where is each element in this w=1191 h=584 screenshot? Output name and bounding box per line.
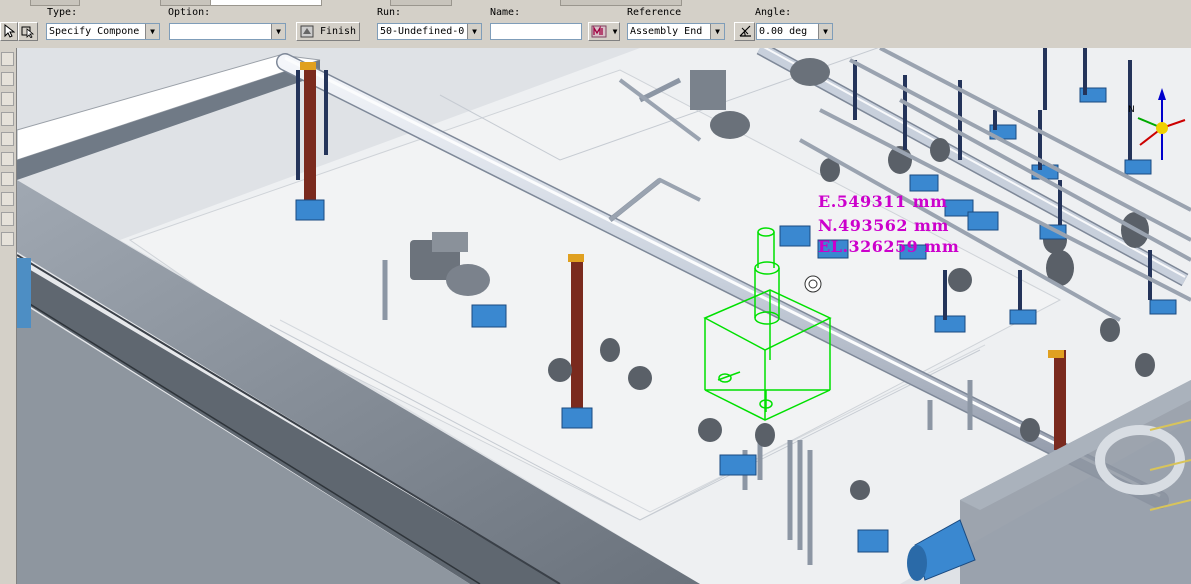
elevation-coordinate: EL.326259 mm bbox=[818, 237, 960, 256]
top-strip-button[interactable] bbox=[30, 0, 80, 6]
reference-label: Reference bbox=[627, 7, 682, 18]
chevron-down-icon[interactable]: ▼ bbox=[710, 24, 724, 39]
reference-value: Assembly End bbox=[630, 26, 703, 37]
angle-value: 0.00 deg bbox=[759, 26, 808, 37]
left-toolbar bbox=[0, 48, 17, 584]
select-arrow-icon[interactable] bbox=[0, 22, 18, 41]
finish-label: Finish bbox=[319, 26, 357, 37]
place-instrument-icon[interactable] bbox=[1, 152, 14, 166]
top-strip bbox=[0, 0, 1191, 6]
chevron-down-icon[interactable]: ▼ bbox=[818, 24, 832, 39]
type-label: Type: bbox=[47, 7, 78, 18]
top-strip-button[interactable] bbox=[160, 0, 212, 6]
place-support-icon[interactable] bbox=[1, 132, 14, 146]
finish-icon bbox=[300, 25, 314, 37]
connect-icon[interactable] bbox=[1, 212, 14, 226]
reference-combobox[interactable]: Assembly End ▼ bbox=[627, 23, 725, 40]
run-combobox[interactable]: 50-Undefined-0 ▼ bbox=[377, 23, 482, 40]
option-combobox[interactable]: ▼ bbox=[169, 23, 286, 40]
insert-component-icon[interactable] bbox=[1, 92, 14, 106]
chevron-down-icon[interactable]: ▼ bbox=[271, 24, 285, 39]
top-strip-button[interactable] bbox=[560, 0, 682, 6]
insert-tap-icon[interactable] bbox=[1, 172, 14, 186]
option-label: Option: bbox=[168, 7, 211, 18]
angle-combobox[interactable]: 0.00 deg ▼ bbox=[756, 23, 833, 40]
angle-label: Angle: bbox=[755, 7, 792, 18]
insert-split-icon[interactable] bbox=[1, 192, 14, 206]
type-combobox[interactable]: Specify Compone ▼ bbox=[46, 23, 160, 40]
piping-model: N bbox=[17, 48, 1191, 584]
snap-icon bbox=[804, 275, 822, 293]
top-strip-field[interactable] bbox=[210, 0, 322, 6]
northing-coordinate: N.493562 mm bbox=[818, 216, 949, 235]
routing-options-button[interactable]: ▼ bbox=[588, 22, 620, 41]
type-value: Specify Compone bbox=[49, 26, 140, 37]
3d-viewport[interactable]: N E.549311 mm N.493562 mm EL.326259 mm bbox=[17, 48, 1191, 584]
insert-feature-icon[interactable] bbox=[1, 112, 14, 126]
angle-button[interactable] bbox=[734, 22, 755, 41]
select-tool-icon[interactable] bbox=[1, 52, 14, 66]
easting-coordinate: E.549311 mm bbox=[818, 192, 948, 211]
angle-icon bbox=[739, 25, 751, 37]
route-pipe-icon[interactable] bbox=[1, 72, 14, 86]
finish-button[interactable]: Finish bbox=[296, 22, 360, 41]
name-field[interactable] bbox=[490, 23, 582, 40]
chevron-down-icon[interactable]: ▼ bbox=[467, 24, 481, 39]
svg-text:N: N bbox=[1128, 105, 1135, 115]
run-label: Run: bbox=[377, 7, 402, 18]
route-select-icon[interactable] bbox=[18, 22, 38, 41]
chevron-down-icon: ▼ bbox=[612, 27, 618, 36]
command-ribbon: Type: Specify Compone ▼ Option: ▼ Finish… bbox=[0, 0, 1191, 49]
top-strip-button[interactable] bbox=[390, 0, 452, 6]
run-value: 50-Undefined-0 bbox=[380, 26, 465, 37]
name-label: Name: bbox=[490, 7, 521, 18]
chevron-down-icon[interactable]: ▼ bbox=[145, 24, 159, 39]
insert-spool-icon[interactable] bbox=[1, 232, 14, 246]
routing-icon bbox=[591, 25, 607, 37]
